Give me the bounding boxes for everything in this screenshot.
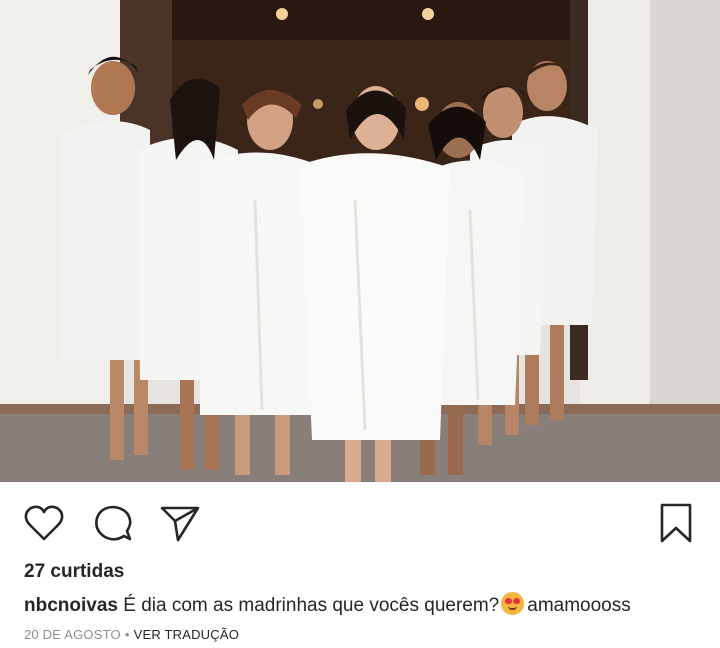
caption-username[interactable]: nbcnoivas: [24, 595, 118, 616]
heart-eyes-emoji-icon: [501, 592, 525, 615]
save-button[interactable]: [653, 500, 699, 546]
post-photo[interactable]: [0, 0, 720, 482]
caption-text: É dia com as madrinhas que vocês querem?: [123, 595, 500, 616]
comment-bubble-icon: [95, 505, 132, 541]
post-date: 20 DE AGOSTO: [24, 627, 121, 642]
bridal-party-photo: [0, 0, 720, 482]
caption-suffix: amamoooss: [527, 595, 631, 616]
meta-separator: •: [124, 627, 130, 642]
share-button[interactable]: [157, 500, 203, 546]
comment-button[interactable]: [90, 500, 136, 546]
paper-plane-icon: [160, 506, 200, 542]
heart-outline-icon: [24, 505, 64, 541]
action-bar: [0, 482, 720, 560]
instagram-post: 27 curtidas nbcnoivas É dia com as madri…: [0, 0, 720, 648]
post-caption: nbcnoivas É dia com as madrinhas que voc…: [24, 592, 704, 617]
likes-count[interactable]: 27 curtidas: [24, 561, 124, 583]
bookmark-outline-icon: [660, 503, 692, 543]
like-button[interactable]: [21, 500, 67, 546]
post-meta: 20 DE AGOSTO • VER TRADUÇÃO: [24, 627, 239, 642]
see-translation-link[interactable]: VER TRADUÇÃO: [134, 627, 239, 642]
